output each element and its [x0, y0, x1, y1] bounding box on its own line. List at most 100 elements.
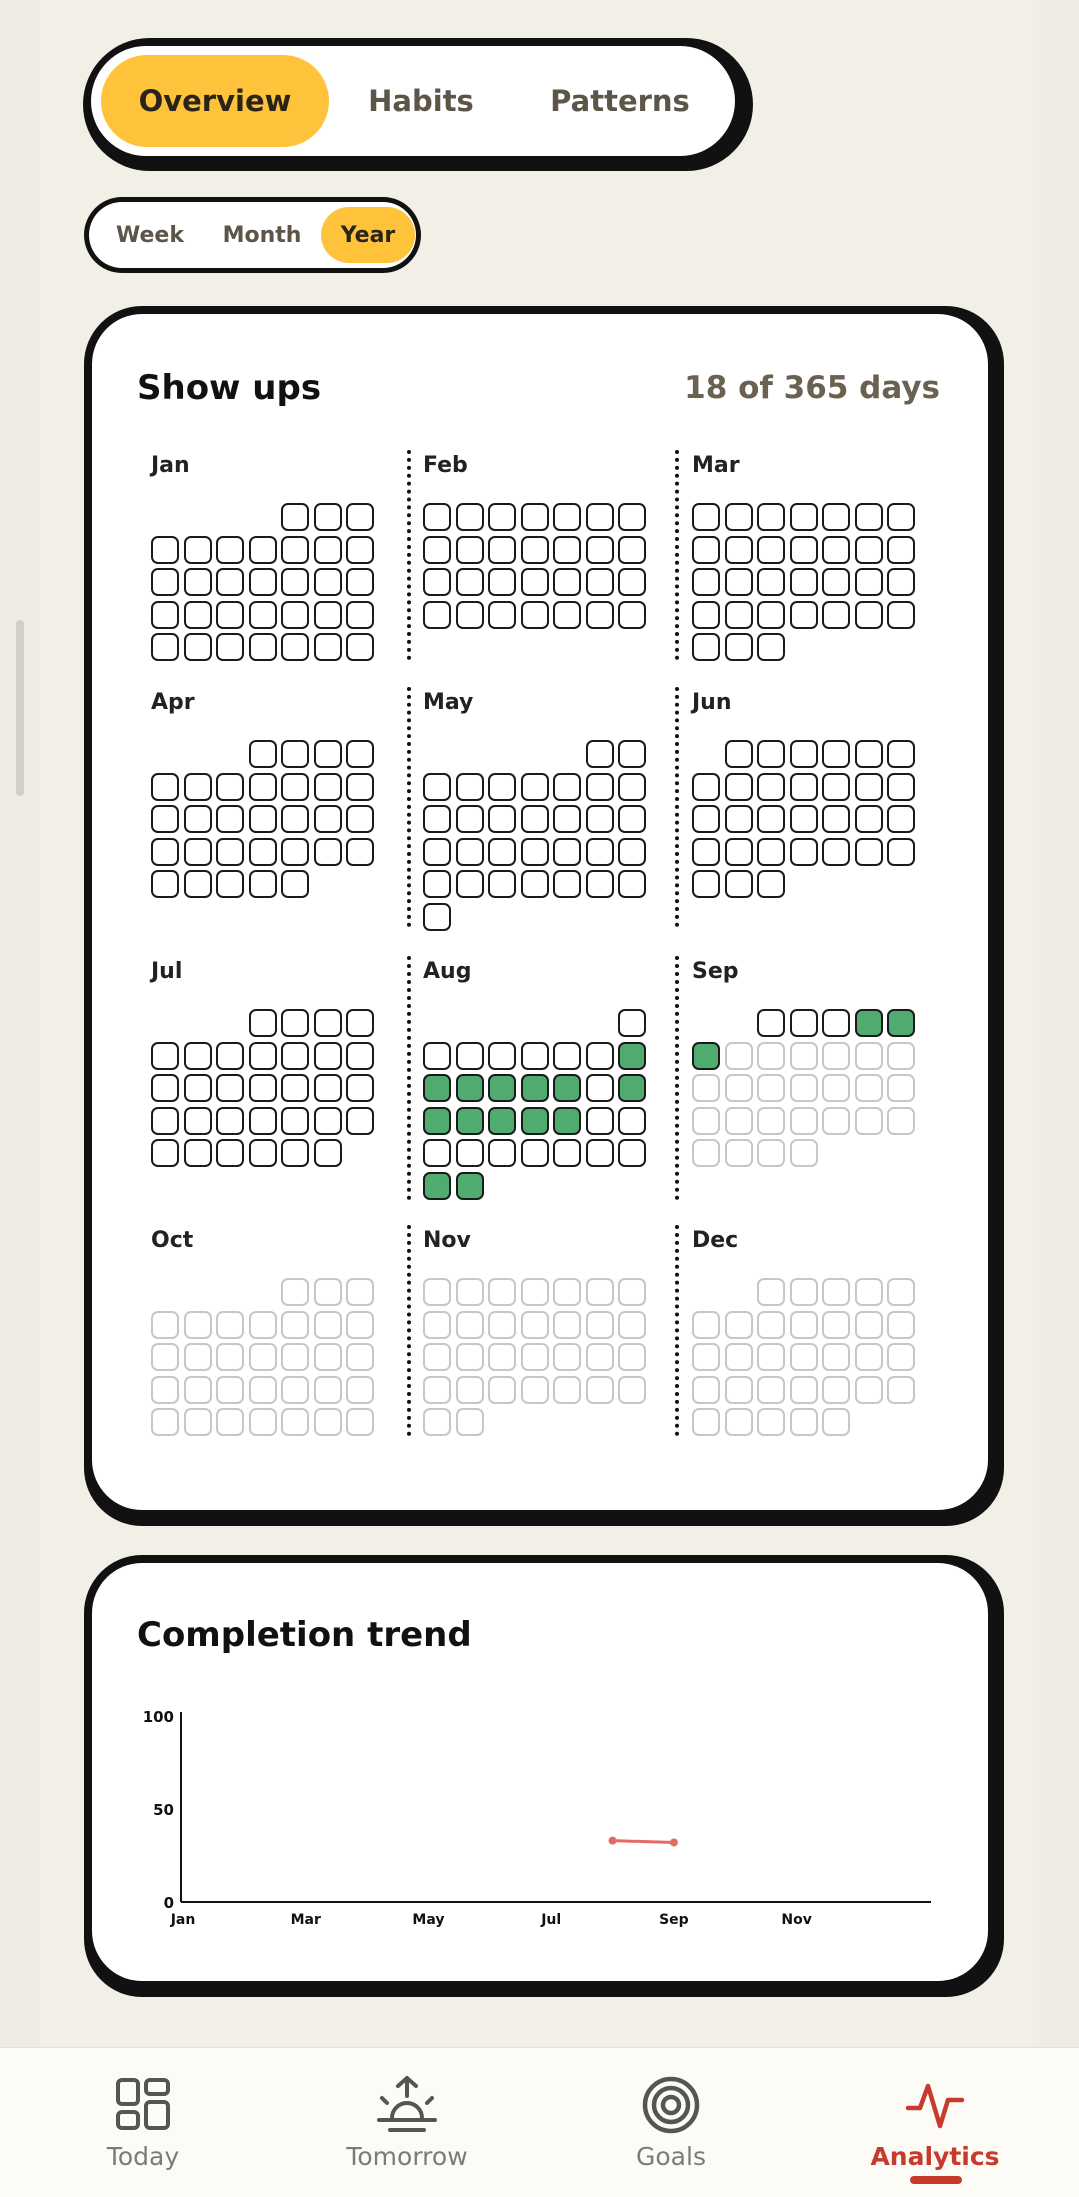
trend-title: Completion trend	[137, 1615, 472, 1655]
day-cell	[281, 1343, 309, 1371]
tab-patterns[interactable]: Patterns	[513, 55, 727, 147]
showups-title: Show ups	[137, 368, 322, 408]
day-cell	[520, 870, 549, 898]
nav-today[interactable]: Today	[33, 2048, 253, 2197]
day-cell	[346, 503, 374, 531]
day-cell	[281, 1106, 309, 1135]
tab-habits[interactable]: Habits	[329, 55, 513, 147]
nav-analytics[interactable]: Analytics	[825, 2048, 1045, 2197]
scroll-indicator[interactable]	[16, 620, 24, 796]
day-cell	[313, 1041, 342, 1070]
nav-goals-label: Goals	[636, 2142, 706, 2171]
day-cell	[520, 1139, 549, 1167]
day-cell	[455, 772, 484, 801]
day-cell	[455, 1310, 484, 1339]
day-cell	[313, 1139, 342, 1167]
day-cell	[692, 1074, 720, 1102]
day-cell	[151, 805, 179, 833]
day-cell	[183, 1139, 212, 1167]
day-cell	[757, 740, 785, 768]
day-cell	[488, 1074, 516, 1102]
day-cell	[313, 1310, 342, 1339]
day-cell	[585, 1139, 614, 1167]
day-cell	[455, 1074, 484, 1102]
day-cell	[789, 503, 818, 531]
trend-chart: 0 50 100 Jan Mar May Jul Sep Nov	[143, 1708, 931, 1928]
period-tab-year[interactable]: Year	[321, 207, 415, 263]
day-cell	[724, 1139, 753, 1167]
day-cell	[822, 1074, 850, 1102]
day-cell	[887, 1343, 915, 1371]
day-cell	[520, 1375, 549, 1404]
day-cell	[585, 870, 614, 898]
month-label: Nov	[423, 1228, 471, 1253]
day-cell	[724, 535, 753, 564]
day-cell	[618, 1310, 646, 1339]
day-cell	[346, 1343, 374, 1371]
day-cell	[757, 535, 785, 564]
day-cell	[553, 1310, 581, 1339]
day-cell	[183, 870, 212, 898]
x-tick-label: Sep	[659, 1912, 689, 1928]
y-tick-label: 0	[164, 1894, 174, 1912]
period-tab-week[interactable]: Week	[97, 207, 203, 263]
day-cell	[757, 805, 785, 833]
target-icon	[642, 2076, 700, 2134]
day-cell	[281, 805, 309, 833]
grid-icon	[116, 2078, 170, 2130]
day-cell	[520, 600, 549, 629]
day-cell	[757, 1278, 785, 1306]
day-cell	[789, 1009, 818, 1037]
day-cell	[887, 1375, 915, 1404]
month-divider	[675, 450, 679, 660]
day-cell	[553, 1278, 581, 1306]
day-cell	[313, 837, 342, 866]
day-cell	[585, 600, 614, 629]
day-cell	[553, 870, 581, 898]
day-cell	[854, 1106, 883, 1135]
day-cell	[423, 535, 451, 564]
nav-goals[interactable]: Goals	[561, 2048, 781, 2197]
day-cell	[757, 1408, 785, 1436]
day-cell	[585, 1310, 614, 1339]
day-cell	[281, 1375, 309, 1404]
day-cell	[692, 1139, 720, 1167]
day-cell	[313, 1009, 342, 1037]
day-cell	[618, 1343, 646, 1371]
day-cell	[692, 870, 720, 898]
day-cell	[248, 535, 277, 564]
tab-overview[interactable]: Overview	[101, 55, 329, 147]
day-cell	[822, 837, 850, 866]
period-tab-month[interactable]: Month	[203, 207, 321, 263]
nav-tomorrow[interactable]: Tomorrow	[297, 2048, 517, 2197]
day-cell	[488, 568, 516, 596]
month-label: Feb	[423, 453, 468, 478]
day-cell	[248, 1310, 277, 1339]
day-cell	[423, 805, 451, 833]
day-cell	[692, 503, 720, 531]
day-cell	[455, 1278, 484, 1306]
day-cell	[854, 1375, 883, 1404]
day-cell	[346, 1375, 374, 1404]
day-cell	[789, 568, 818, 596]
day-cell	[313, 1106, 342, 1135]
day-cell	[423, 1343, 451, 1371]
day-cell	[553, 1139, 581, 1167]
day-cell	[488, 837, 516, 866]
day-cell	[488, 600, 516, 629]
day-cell	[822, 503, 850, 531]
month-label: Aug	[423, 959, 472, 984]
day-cell	[183, 1074, 212, 1102]
day-cell	[455, 837, 484, 866]
day-cell	[757, 772, 785, 801]
day-cell	[724, 633, 753, 661]
day-cell	[887, 1074, 915, 1102]
period-tabs: Week Month Year	[84, 197, 421, 273]
day-cell	[281, 1408, 309, 1436]
period-tabs-inner: Week Month Year	[89, 202, 416, 268]
day-cell	[692, 568, 720, 596]
day-cell	[183, 600, 212, 629]
day-cell	[854, 1278, 883, 1306]
day-cell	[346, 1009, 374, 1037]
day-cell	[618, 870, 646, 898]
